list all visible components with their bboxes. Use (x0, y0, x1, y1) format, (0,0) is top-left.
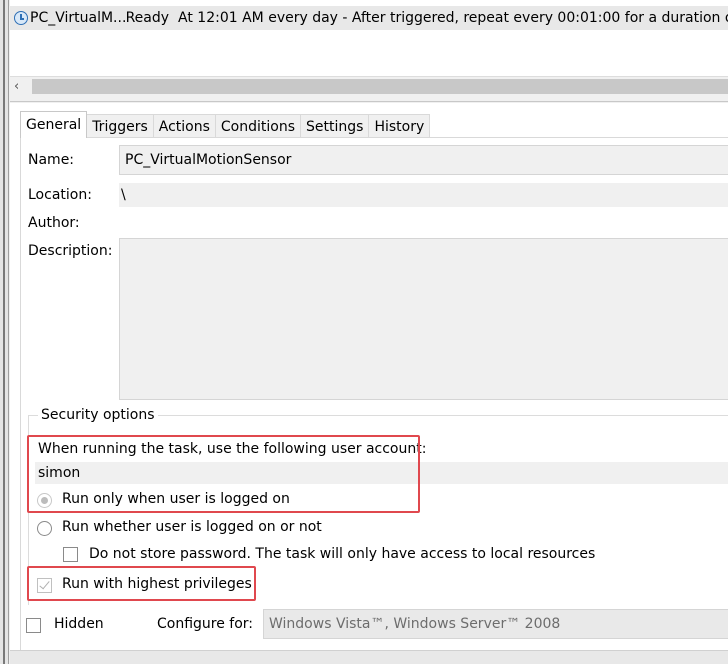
highest-privileges-checkbox[interactable] (37, 578, 52, 593)
task-row[interactable]: PC_VirtualM... Ready At 12:01 AM every d… (10, 6, 728, 30)
account-prompt: When running the task, use the following… (38, 441, 427, 457)
location-value: \ (119, 183, 728, 207)
description-field[interactable] (119, 238, 728, 400)
tab-settings[interactable]: Settings (300, 114, 370, 138)
run-whether-label[interactable]: Run whether user is logged on or not (62, 519, 322, 535)
run-logged-on-label[interactable]: Run only when user is logged on (62, 491, 290, 507)
tab-history[interactable]: History (368, 114, 431, 138)
tab-strip: General Triggers Actions Conditions Sett… (20, 111, 431, 138)
tab-conditions[interactable]: Conditions (214, 114, 302, 138)
hidden-checkbox[interactable] (26, 618, 41, 633)
run-logged-on-radio[interactable] (37, 493, 52, 508)
task-trigger-cell: At 12:01 AM every day - After triggered,… (178, 10, 728, 26)
bottom-status-bar (10, 650, 728, 664)
no-store-password-label[interactable]: Do not store password. The task will onl… (89, 546, 595, 562)
author-label: Author: (28, 215, 80, 231)
name-field[interactable]: PC_VirtualMotionSensor (119, 145, 728, 175)
clock-icon (14, 11, 28, 25)
tab-triggers[interactable]: Triggers (86, 114, 154, 138)
user-account-value: simon (35, 462, 728, 484)
scroll-left-icon[interactable]: ‹ (14, 79, 19, 94)
pane-splitter[interactable] (10, 96, 728, 102)
description-label: Description: (28, 243, 113, 259)
tab-actions[interactable]: Actions (152, 114, 216, 138)
highest-privileges-label[interactable]: Run with highest privileges (62, 576, 252, 592)
left-pane-edge (0, 0, 9, 664)
task-list: PC_VirtualM... Ready At 12:01 AM every d… (10, 0, 728, 76)
task-properties-panel: General Triggers Actions Conditions Sett… (10, 103, 728, 650)
task-status-cell: Ready (125, 10, 170, 26)
location-label: Location: (28, 187, 92, 203)
hidden-label[interactable]: Hidden (54, 616, 104, 632)
tab-general[interactable]: General (20, 111, 88, 138)
author-value (119, 212, 728, 234)
general-tab-content: Name: PC_VirtualMotionSensor Location: \… (20, 137, 728, 650)
scrollbar-thumb[interactable] (32, 79, 728, 94)
task-name-cell: PC_VirtualM... (30, 10, 126, 26)
security-options-title: Security options (38, 407, 158, 423)
configure-for-label: Configure for: (157, 616, 254, 632)
run-whether-radio[interactable] (37, 521, 52, 536)
no-store-password-checkbox[interactable] (63, 547, 78, 562)
horizontal-scrollbar[interactable]: ‹ (10, 76, 728, 96)
configure-for-select[interactable]: Windows Vista™, Windows Server™ 2008 (263, 609, 728, 639)
name-label: Name: (28, 152, 75, 168)
